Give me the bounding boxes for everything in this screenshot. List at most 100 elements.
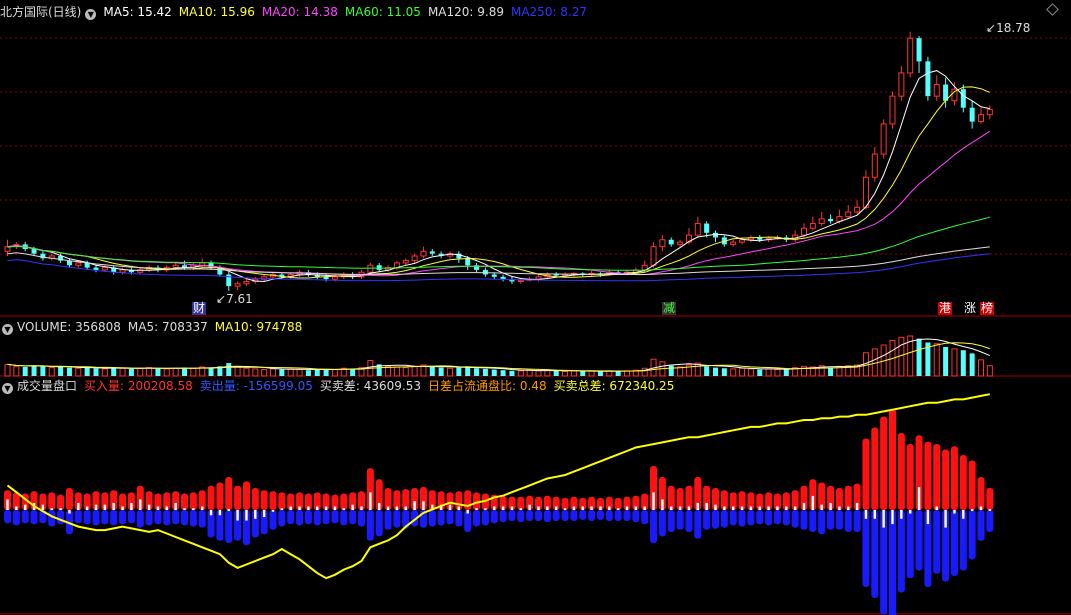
event-marker-limit-up[interactable]: 涨 bbox=[963, 302, 978, 315]
diff-bar bbox=[289, 506, 292, 510]
sell-bar bbox=[844, 510, 852, 532]
buy-bar bbox=[260, 490, 268, 510]
volume-bar-down bbox=[208, 367, 214, 376]
volume-bar-down bbox=[226, 363, 232, 376]
buy-bar bbox=[685, 485, 693, 510]
diff-bar bbox=[572, 506, 576, 510]
diff-bar bbox=[643, 506, 646, 510]
sell-bar bbox=[720, 510, 728, 528]
sell-bar bbox=[21, 510, 29, 524]
candle-body-up bbox=[986, 109, 993, 116]
diff-bar bbox=[793, 506, 797, 510]
volume-bar-up bbox=[933, 343, 940, 377]
buy-bar bbox=[225, 477, 233, 510]
candle-body-down bbox=[491, 274, 497, 277]
sell-bar bbox=[119, 510, 127, 525]
diff-bar bbox=[59, 508, 62, 510]
candle-body-up bbox=[331, 276, 338, 280]
sell-bar bbox=[393, 510, 401, 528]
volume-plot[interactable] bbox=[4, 335, 993, 377]
candle-body-up bbox=[234, 283, 241, 287]
volume-bar-down bbox=[580, 371, 586, 376]
chevron-down-icon[interactable]: ▼ bbox=[2, 383, 13, 394]
diff-bar bbox=[882, 510, 885, 528]
sell-bar bbox=[517, 510, 525, 523]
ma-legend-item: MA5: 15.42 bbox=[103, 5, 172, 19]
volume-bar-up bbox=[747, 368, 754, 377]
sell-bar bbox=[968, 510, 976, 560]
diff-bar bbox=[324, 506, 328, 510]
sell-bar bbox=[198, 510, 206, 528]
buy-bar bbox=[216, 482, 224, 510]
sell-bar bbox=[83, 510, 91, 525]
volume-bar-up bbox=[48, 367, 55, 377]
sell-bar bbox=[375, 510, 383, 537]
sell-bar bbox=[986, 510, 994, 532]
sell-bar bbox=[641, 510, 649, 525]
volume-bar-down bbox=[509, 370, 515, 376]
stock-title[interactable]: 北方国际(日线) bbox=[0, 5, 81, 19]
sell-bar bbox=[437, 510, 445, 526]
sell-bar bbox=[552, 510, 560, 521]
buy-bar bbox=[181, 493, 188, 510]
volume-bar-down bbox=[783, 368, 789, 376]
diff-bar bbox=[448, 504, 452, 510]
buy-bar bbox=[207, 485, 215, 510]
diff-bar bbox=[218, 510, 222, 516]
sell-bar bbox=[561, 510, 569, 521]
main-header: 北方国际(日线) ▼ MA5: 15.42 MA10: 15.96 MA20: 14.3… bbox=[0, 4, 601, 20]
event-marker-hk[interactable]: 港 bbox=[938, 302, 953, 315]
sell-bar bbox=[703, 510, 711, 530]
volume-bar-down bbox=[916, 338, 922, 376]
volume-bar-up bbox=[898, 336, 905, 377]
volume-bar-down bbox=[323, 368, 329, 376]
diff-bar bbox=[935, 506, 938, 510]
candle-body-down bbox=[500, 276, 506, 280]
buy-bar bbox=[880, 416, 888, 510]
volume-bar-down bbox=[128, 368, 134, 376]
candle-body-down bbox=[376, 265, 382, 270]
event-marker-earnings[interactable]: 财 bbox=[192, 302, 207, 315]
diff-bar bbox=[962, 510, 965, 519]
volume-bar-down bbox=[350, 368, 356, 376]
diff-bar bbox=[519, 508, 522, 510]
volume-bar-up bbox=[978, 359, 984, 377]
diff-bar bbox=[988, 509, 992, 511]
ma-legend-item: MA20: 14.38 bbox=[261, 5, 338, 19]
sell-bar bbox=[809, 510, 817, 532]
diff-bar bbox=[298, 506, 301, 510]
volume-bar-down bbox=[84, 367, 90, 376]
diff-bar bbox=[404, 506, 407, 510]
candle-body-up bbox=[854, 206, 861, 213]
diff-bar bbox=[776, 506, 779, 510]
sell-bar bbox=[481, 510, 489, 526]
sell-bar bbox=[773, 510, 781, 525]
buy-sell-diff: 买卖差: 43609.53 bbox=[319, 379, 421, 393]
buy-bar bbox=[844, 485, 852, 510]
volume-bar-up bbox=[172, 367, 179, 377]
sell-bar bbox=[977, 510, 985, 541]
event-marker-reduction[interactable]: 减 bbox=[662, 302, 677, 315]
sell-bar bbox=[366, 510, 374, 541]
candle-body-up bbox=[809, 223, 816, 229]
candlestick-plot[interactable] bbox=[4, 31, 993, 291]
diff-bar bbox=[15, 506, 18, 510]
volume-bar-up bbox=[252, 368, 259, 377]
diff-bar bbox=[749, 506, 753, 510]
chevron-down-icon[interactable]: ▼ bbox=[85, 9, 97, 20]
sell-bar bbox=[676, 510, 684, 530]
event-marker-ranking[interactable]: 榜 bbox=[980, 302, 995, 315]
volume-bar-up bbox=[331, 369, 338, 377]
sell-bar bbox=[747, 510, 755, 526]
stock-chart[interactable] bbox=[0, 0, 1071, 615]
order-flow-plot[interactable] bbox=[4, 393, 994, 615]
buy-bar bbox=[251, 488, 259, 510]
volume-bar-down bbox=[305, 370, 311, 376]
candle-body-up bbox=[517, 279, 524, 282]
sell-bar bbox=[172, 510, 180, 525]
diff-bar bbox=[236, 510, 239, 521]
volume-bar-down bbox=[40, 366, 46, 376]
diff-bar bbox=[732, 506, 735, 510]
sell-bar bbox=[136, 510, 144, 528]
chevron-down-icon[interactable]: ▼ bbox=[2, 324, 13, 335]
